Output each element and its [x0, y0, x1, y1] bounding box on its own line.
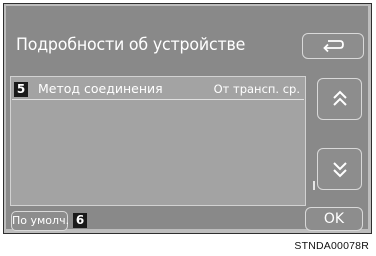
double-chevron-down-icon	[332, 162, 347, 178]
ok-button[interactable]: OK	[305, 207, 363, 231]
default-button[interactable]: По умолч.	[11, 211, 70, 231]
callout-badge: 5	[14, 82, 28, 97]
figure-code: STNDA00078R	[294, 240, 369, 252]
row-label: Метод соединения	[38, 81, 163, 96]
double-chevron-up-icon	[332, 90, 347, 106]
default-button-label: По умолч.	[12, 214, 70, 227]
return-arrow-icon	[323, 40, 344, 53]
list-item-connection-method[interactable]: 5 Метод соединения От трансп. ср.	[12, 80, 304, 100]
back-button[interactable]	[302, 33, 364, 59]
scroll-up-button[interactable]	[317, 78, 362, 120]
scroll-down-button[interactable]	[317, 148, 362, 190]
row-value: От трансп. ср.	[213, 82, 300, 96]
callout-badge: 6	[73, 213, 87, 228]
page-title: Подробности об устройстве	[16, 35, 246, 55]
scroll-position-indicator	[313, 181, 315, 190]
